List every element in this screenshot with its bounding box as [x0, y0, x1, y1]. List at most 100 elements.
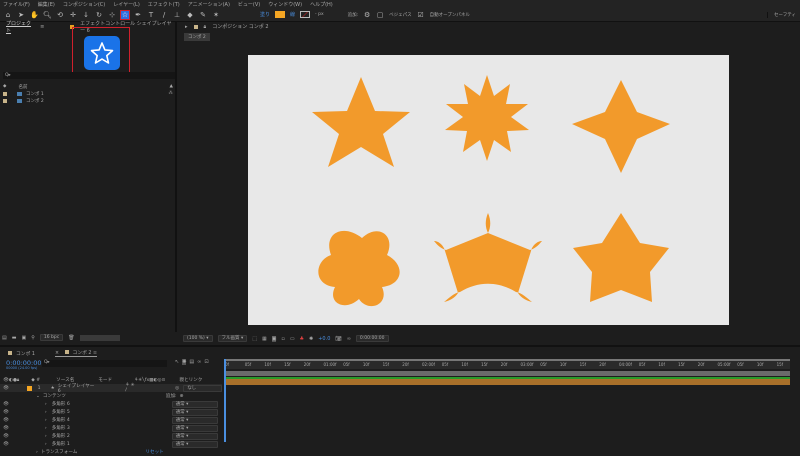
eraser-icon[interactable]: ◆ [186, 11, 194, 19]
blend-mode-dropdown[interactable]: 通常 ▾ [171, 408, 218, 416]
blend-mode-dropdown[interactable]: 通常 ▾ [171, 432, 218, 440]
layer-bar[interactable] [224, 379, 790, 385]
shape-group-row[interactable]: 👁︎ › 多角形 3 通常 ▾ [0, 424, 222, 432]
blend-mode-dropdown[interactable]: 通常 ▾ [171, 416, 218, 424]
visibility-icon[interactable]: 👁︎ [3, 402, 9, 407]
auto-open-checkbox[interactable]: ☑ [417, 11, 425, 19]
add-shape-icon[interactable]: ⊕ [180, 394, 184, 399]
project-item[interactable]: コンポ 1 ⁂ [3, 90, 175, 97]
shy-icon[interactable]: ↖ [175, 359, 179, 365]
tab-comp-2[interactable]: × コンポ 2 ≡ [54, 349, 98, 357]
comp-subtab[interactable]: コンポ 2 [184, 33, 210, 41]
transparency-grid-icon[interactable]: ▦ [262, 336, 267, 342]
exposure-value[interactable]: +0.0 [318, 336, 330, 342]
add-icon[interactable]: ⚙ [363, 11, 371, 19]
work-area-bar[interactable] [224, 371, 790, 376]
col-mode[interactable]: モード [98, 377, 112, 383]
composition-canvas[interactable] [248, 55, 729, 325]
dolly-tool-icon[interactable]: ↓ [82, 11, 90, 19]
visibility-icon[interactable]: 👁︎ [3, 386, 9, 391]
folder-icon[interactable]: ▬ [12, 335, 17, 341]
clone-stamp-icon[interactable]: ⊥ [173, 11, 181, 19]
pen-tool-icon[interactable]: ✒ [134, 11, 142, 19]
project-item[interactable]: コンポ 2 [3, 97, 175, 104]
visibility-icon[interactable]: 👁︎ [3, 426, 9, 431]
hand-tool-icon[interactable]: ✋ [30, 11, 39, 19]
visibility-icon[interactable]: 👁︎ [3, 434, 9, 439]
rotate-tool-icon[interactable]: ↻ [95, 11, 103, 19]
shape-group-row[interactable]: 👁︎ › 多角形 4 通常 ▾ [0, 416, 222, 424]
transform-row[interactable]: › トランスフォーム リセット [0, 448, 222, 456]
shape-group-row[interactable]: 👁︎ › 多角形 6 通常 ▾ [0, 400, 222, 408]
puppet-pin-icon[interactable]: ✶ [212, 11, 220, 19]
contents-row[interactable]: ⌄ コンテンツ 追加: ⊕ [0, 392, 222, 400]
blend-mode-dropdown[interactable]: 通常 ▾ [171, 440, 218, 448]
menu-item[interactable]: ビュー(V) [238, 1, 260, 8]
grid-icon[interactable]: ▫ [281, 336, 284, 342]
pan-tool-icon[interactable]: ✛ [69, 11, 77, 19]
label-color[interactable] [26, 385, 32, 391]
tab-project[interactable]: プロジェクト [6, 20, 34, 34]
exposure-icon[interactable]: ✺ [309, 336, 313, 342]
blend-mode-dropdown[interactable]: 通常 ▾ [171, 400, 218, 408]
menu-item[interactable]: ヘルプ(H) [310, 1, 333, 8]
selection-tool-icon[interactable]: ➤ [17, 11, 25, 19]
flowchart-icon[interactable]: ⚲ [31, 335, 35, 341]
visibility-icon[interactable]: 👁︎ [3, 418, 9, 423]
project-search-input[interactable]: Q▸ [3, 72, 175, 79]
stroke-width[interactable]: - px [315, 12, 324, 17]
camera-icon[interactable]: 📷︎ [335, 336, 341, 342]
comp-flow-icon[interactable]: ⊡ [204, 359, 208, 365]
visibility-icon[interactable]: 👁︎ [3, 442, 9, 447]
lock-icon[interactable]: 🔒︎ [204, 24, 207, 30]
menu-item[interactable]: コンポジション(C) [63, 1, 105, 8]
home-icon[interactable]: ⌂ [4, 11, 12, 19]
menu-item[interactable]: レイヤー(L) [113, 1, 140, 8]
link-icon[interactable]: ∞ [347, 336, 351, 342]
resolution-dropdown[interactable]: フル画質 ▾ [217, 335, 248, 342]
menu-item[interactable]: エフェクト(T) [148, 1, 180, 8]
zoom-dropdown[interactable]: (100 %) ▾ [183, 335, 213, 342]
menu-item[interactable]: アニメーション(A) [188, 1, 230, 8]
time-ruler[interactable]: 0f 05f 10f 15f 20f 01:00f 05f 10f 15f 20f 02:00f 05… [224, 359, 790, 369]
region-icon[interactable]: ⬚ [252, 336, 257, 342]
3d-view-icon[interactable]: ▭ [290, 336, 295, 342]
fill-color-swatch[interactable] [275, 11, 286, 18]
timeline-search-input[interactable]: Q▸ [42, 360, 167, 367]
blend-mode-dropdown[interactable]: 通常 ▾ [171, 424, 218, 432]
graph-editor-icon[interactable]: ∞ [197, 359, 201, 365]
text-tool-icon[interactable]: T [147, 11, 155, 19]
viewer-timecode[interactable]: 0:00:00:00 [355, 335, 389, 342]
brush-tool-icon[interactable]: / [160, 11, 168, 19]
workspace-label[interactable]: セーフティ [767, 11, 796, 18]
reset-link[interactable]: リセット [145, 449, 163, 455]
new-comp-icon[interactable]: ▣ [21, 335, 26, 341]
layer-row[interactable]: 👁︎ 1 ★ シェイプレイヤー 6 ⚘ ✳ / ◎ なし [0, 383, 222, 394]
col-name[interactable]: 名前 [18, 84, 27, 90]
tab-composition[interactable]: コンポジション コンポ 2 [212, 23, 268, 30]
roto-brush-icon[interactable]: ✎ [199, 11, 207, 19]
motion-blur-icon[interactable]: ▤ [189, 359, 194, 365]
menu-item[interactable]: ウィンドウ(W) [268, 1, 302, 8]
menu-item[interactable]: ファイル(F) [3, 1, 30, 8]
visibility-icon[interactable]: 👁︎ [3, 410, 9, 415]
zoom-tool-icon[interactable]: 🔍︎ [43, 11, 52, 19]
tab-comp-1[interactable]: コンポ 1 [8, 350, 35, 357]
frame-blend-icon[interactable]: ✺ [182, 359, 187, 365]
trash-icon[interactable]: 🗑︎ [68, 335, 74, 341]
anchor-tool-icon[interactable]: ⊹ [108, 11, 116, 19]
star-tool-icon[interactable]: ☆ [120, 9, 130, 20]
shape-group-row[interactable]: 👁︎ › 多角形 2 通常 ▾ [0, 432, 222, 440]
playhead[interactable] [224, 359, 226, 442]
parent-dropdown[interactable]: なし [183, 384, 222, 392]
bpc-button[interactable]: 16 bpc [39, 334, 64, 341]
project-scrollbar[interactable] [79, 334, 120, 341]
channel-icon[interactable]: ♣ [300, 336, 304, 342]
stroke-color-swatch[interactable] [300, 11, 311, 18]
shape-group-row[interactable]: 👁︎ › 多角形 1 通常 ▾ [0, 440, 222, 448]
mask-icon[interactable]: ▣ [271, 335, 277, 342]
shape-group-row[interactable]: 👁︎ › 多角形 5 通常 ▾ [0, 408, 222, 416]
menu-item[interactable]: 編集(E) [38, 1, 55, 8]
col-parent[interactable]: 親とリンク [179, 377, 202, 383]
orbit-tool-icon[interactable]: ⟲ [56, 11, 64, 19]
